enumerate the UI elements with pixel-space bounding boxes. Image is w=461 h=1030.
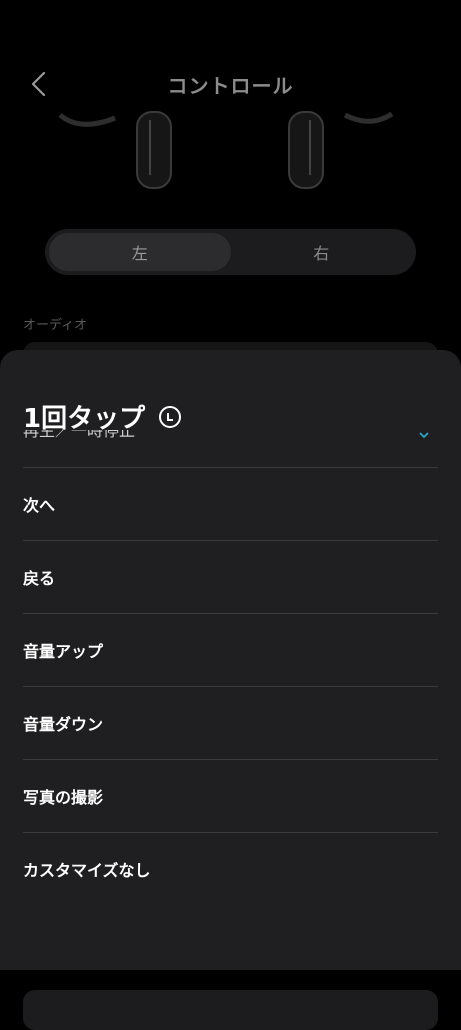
page-title: コントロール xyxy=(167,74,294,98)
bottom-card xyxy=(23,990,438,1030)
option-take-photo[interactable]: 写真の撮影 xyxy=(23,760,438,832)
tab-left[interactable]: 左 xyxy=(49,233,231,271)
tap-action-sheet: 1回タップ 再生／一時停止 次へ 戻る 音量アップ 音量ダウン 写真の撮影 カス… xyxy=(0,350,461,970)
option-no-customize[interactable]: カスタマイズなし xyxy=(23,833,438,905)
tab-right[interactable]: 右 xyxy=(231,233,413,271)
chevron-down-icon xyxy=(419,432,429,439)
clock-icon xyxy=(159,405,182,428)
option-previous[interactable]: 戻る xyxy=(23,541,438,613)
side-selector: 左 右 xyxy=(45,229,416,275)
option-volume-down[interactable]: 音量ダウン xyxy=(23,687,438,759)
option-next[interactable]: 次へ xyxy=(23,468,438,540)
option-volume-up[interactable]: 音量アップ xyxy=(23,614,438,686)
earbuds-image xyxy=(58,111,394,189)
audio-section-label: オーディオ xyxy=(23,318,88,333)
option-list: 次へ 戻る 音量アップ 音量ダウン 写真の撮影 カスタマイズなし xyxy=(23,467,438,905)
selected-option-partial[interactable]: 再生／一時停止 xyxy=(23,430,135,440)
